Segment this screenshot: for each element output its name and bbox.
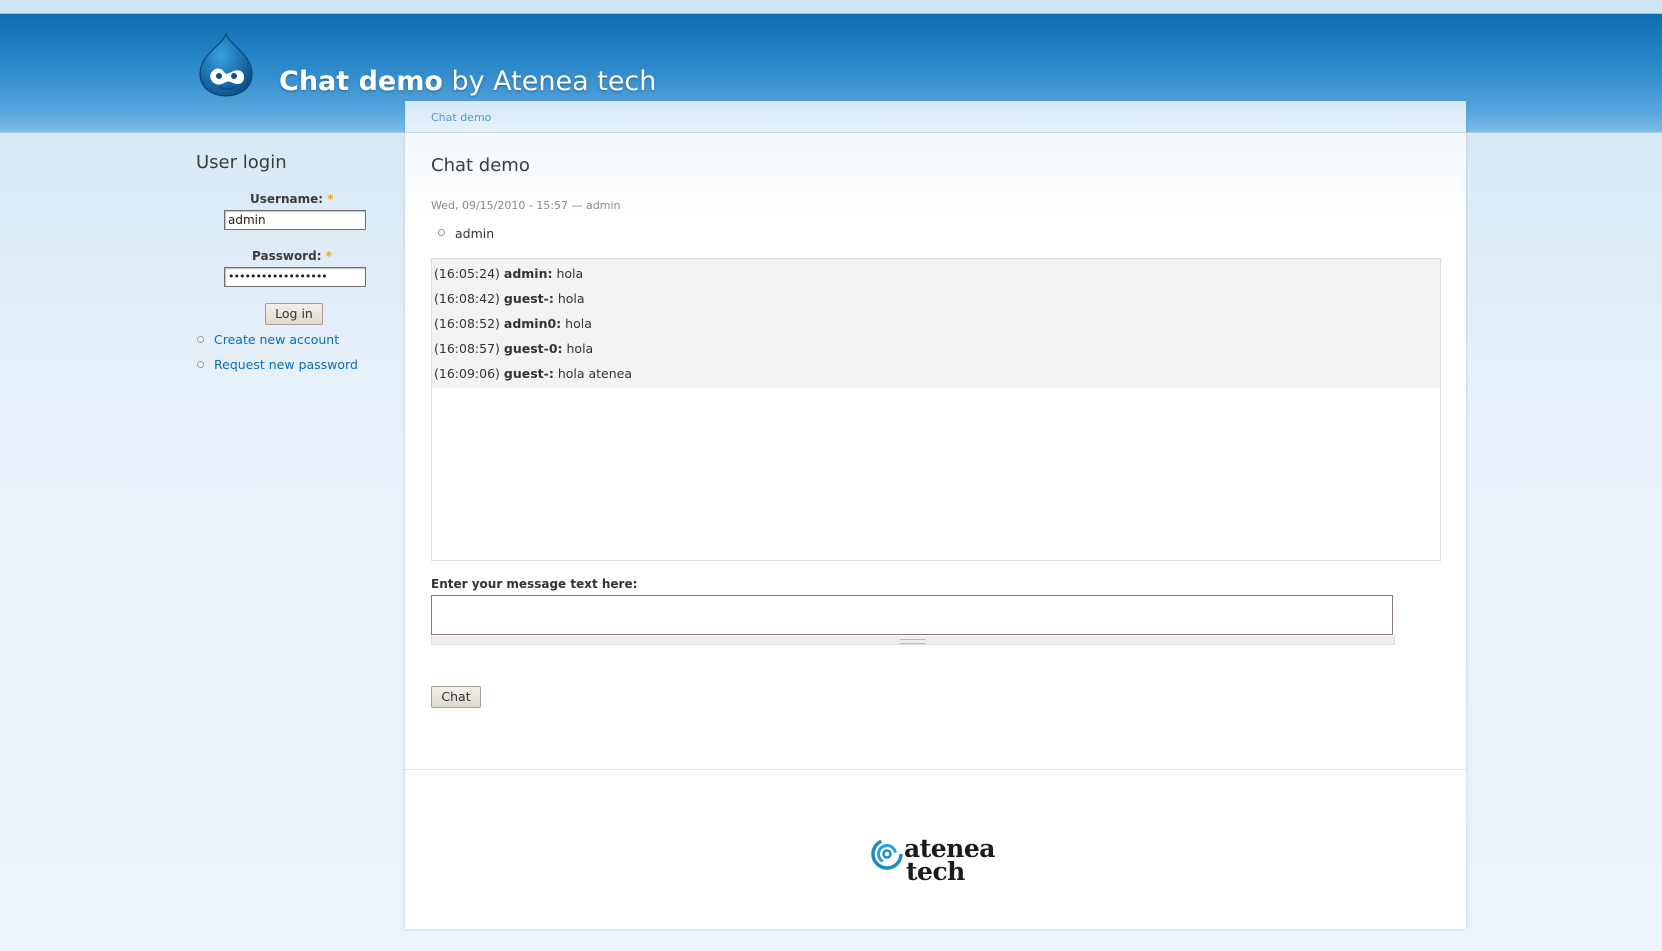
username-label: Username: * [250, 192, 334, 206]
chat-message: (16:08:57) guest-0: hola [434, 336, 1440, 361]
password-label-text: Password: [252, 249, 322, 263]
message-time: (16:09:06) [434, 366, 500, 381]
bullet-icon [438, 229, 445, 236]
atenea-spiral-icon [871, 838, 903, 870]
message-user: admin0: [503, 316, 562, 331]
textarea-resize-grip[interactable] [431, 636, 1395, 645]
password-label: Password: * [252, 249, 332, 263]
site-title-name: Chat demo [279, 66, 443, 97]
message-text: hola atenea [557, 366, 633, 381]
message-user: guest-: [503, 366, 554, 381]
message-time: (16:08:52) [434, 316, 500, 331]
message-time: (16:08:57) [434, 341, 500, 356]
chat-button[interactable]: Chat [431, 686, 481, 708]
submitted-info: Wed, 09/15/2010 - 15:57 — admin [431, 199, 621, 212]
create-account-link[interactable]: Create new account [214, 332, 339, 347]
chat-message: (16:05:24) admin: hola [434, 261, 1440, 286]
message-text: hola [557, 291, 585, 306]
site-title-slogan: by Atenea tech [451, 66, 657, 97]
atenea-logo-line2: tech [906, 857, 965, 886]
login-button[interactable]: Log in [265, 303, 323, 325]
site-title[interactable]: Chat demo by Atenea tech [279, 66, 656, 97]
message-text: hola [565, 316, 592, 331]
bullet-icon [197, 361, 204, 368]
required-marker: * [325, 249, 332, 263]
breadcrumb[interactable]: Chat demo [431, 111, 491, 124]
message-textarea[interactable] [431, 595, 1393, 635]
chat-message: (16:09:06) guest-: hola atenea [434, 361, 1440, 386]
grip-handle-icon [900, 639, 926, 644]
message-time: (16:08:42) [434, 291, 500, 306]
atenea-tech-logo[interactable]: atenea tech [870, 836, 1010, 897]
username-input[interactable]: admin [224, 210, 366, 230]
breadcrumb-bar: Chat demo [405, 101, 1466, 133]
message-text: hola [556, 266, 584, 281]
message-user: guest-0: [503, 341, 563, 356]
password-input[interactable]: •••••••••••••••••• [224, 267, 366, 287]
message-label: Enter your message text here: [431, 577, 638, 591]
footer-divider [405, 769, 1466, 770]
chat-log[interactable]: (16:05:24) admin: hola (16:08:42) guest-… [431, 258, 1441, 561]
username-label-text: Username: [250, 192, 324, 206]
message-user: admin: [503, 266, 553, 281]
bullet-icon [197, 336, 204, 343]
message-user: guest-: [503, 291, 554, 306]
user-login-title: User login [196, 152, 287, 173]
participant-item: admin [455, 226, 495, 241]
chat-messages: (16:05:24) admin: hola (16:08:42) guest-… [432, 259, 1440, 388]
message-time: (16:05:24) [434, 266, 500, 281]
chat-message: (16:08:42) guest-: hola [434, 286, 1440, 311]
page-title: Chat demo [431, 155, 530, 176]
atenea-logo-text: atenea tech [904, 836, 995, 886]
request-password-link[interactable]: Request new password [214, 357, 358, 372]
chat-message: (16:08:52) admin0: hola [434, 311, 1440, 336]
main-content: Chat demo Chat demo Wed, 09/15/2010 - 15… [405, 101, 1466, 929]
required-marker: * [327, 192, 334, 206]
message-text: hola [566, 341, 594, 356]
drupal-logo-icon[interactable] [196, 32, 256, 98]
top-strip [0, 0, 1662, 14]
